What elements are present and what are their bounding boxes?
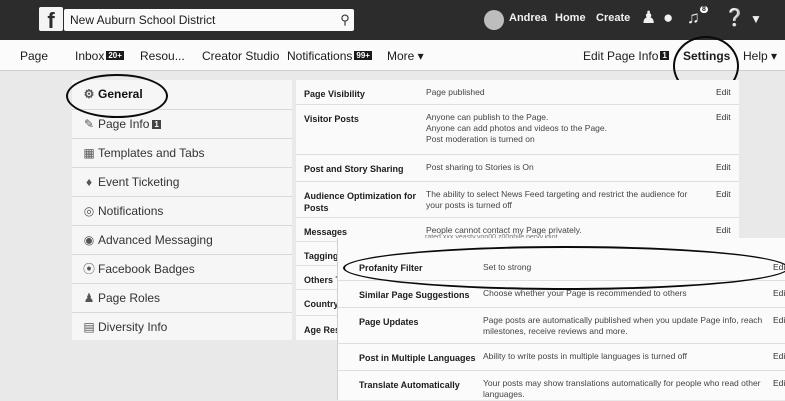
tab-more[interactable]: More ▾	[387, 49, 424, 63]
sidebar-item-facebook-badges[interactable]: ⦿ Facebook Badges	[72, 254, 292, 284]
tab-inbox-label: Inbox	[75, 49, 105, 63]
tab-inbox[interactable]: Inbox 20+	[75, 49, 124, 63]
messenger-icon[interactable]: ●	[663, 8, 673, 28]
sidebar-item-advanced-messaging[interactable]: ◉ Advanced Messaging	[72, 225, 292, 255]
edit-link[interactable]: Edit	[716, 225, 731, 235]
tab-resources[interactable]: Resou...	[140, 49, 185, 63]
table-row[interactable]: Visitor Posts Anyone can publish to the …	[296, 104, 739, 155]
page-info-badge: 1	[152, 120, 161, 129]
edit-link[interactable]: Edit	[773, 288, 785, 298]
sidebar-item-label: Templates and Tabs	[98, 146, 205, 160]
user-name-link[interactable]: Andrea	[509, 12, 547, 24]
setting-value: Post sharing to Stories is On	[426, 162, 534, 172]
sidebar-item-label: Event Ticketing	[98, 175, 180, 189]
setting-value: Anyone can publish to the Page. Anyone c…	[426, 112, 607, 144]
profanity-filter-highlight-circle	[343, 246, 785, 290]
top-bar: f New Auburn School District ⚲ Andrea Ho…	[0, 0, 785, 40]
setting-name: Messages	[304, 227, 348, 237]
setting-value: Page posts are automatically published w…	[483, 315, 763, 336]
edit-link[interactable]: Edit	[716, 162, 731, 172]
tab-notifications[interactable]: Notifications 99+	[287, 49, 372, 63]
edit-link[interactable]: Edit	[773, 351, 785, 361]
edit-link[interactable]: Edit	[773, 315, 785, 325]
document-icon: ▤	[83, 320, 95, 334]
sidebar-item-label: Advanced Messaging	[98, 233, 213, 247]
table-row[interactable]: Translate Automatically Your posts may s…	[338, 370, 785, 401]
tab-help[interactable]: Help ▾	[743, 49, 777, 63]
setting-value: Ability to write posts in multiple langu…	[483, 351, 687, 361]
sidebar-item-label: Page Info	[98, 117, 150, 131]
setting-name: Audience Optimization for Posts	[304, 191, 417, 213]
settings-sidebar: ⚙ General ✎ Page Info 1 ▦ Templates and T…	[72, 80, 292, 340]
facebook-logo-icon[interactable]: f	[39, 7, 63, 33]
edit-link[interactable]: Edit	[773, 378, 785, 388]
sidebar-item-notifications[interactable]: ◎ Notifications	[72, 196, 292, 226]
friends-icon[interactable]: ♟	[641, 8, 656, 28]
tab-notifications-label: Notifications	[287, 49, 353, 63]
notifications-count-badge: 8	[700, 6, 708, 13]
sidebar-item-templates-and-tabs[interactable]: ▦ Templates and Tabs	[72, 138, 292, 168]
badge-icon: ⦿	[82, 262, 95, 276]
edit-page-info-badge: 1	[660, 51, 669, 60]
table-row[interactable]: Audience Optimization for Posts The abil…	[296, 181, 739, 218]
edit-link[interactable]: Edit	[716, 87, 731, 97]
chevron-down-icon[interactable]: ▼	[750, 12, 762, 26]
setting-name: Page Visibility	[304, 89, 365, 99]
sidebar-item-label: Diversity Info	[98, 320, 168, 334]
table-row[interactable]: Post in Multiple Languages Ability to wr…	[338, 343, 785, 371]
setting-name: Post in Multiple Languages	[359, 353, 476, 363]
sidebar-item-label: Facebook Badges	[98, 262, 195, 276]
setting-value: Page published	[426, 87, 485, 97]
setting-name: Similar Page Suggestions	[359, 290, 470, 300]
avatar[interactable]	[484, 10, 504, 30]
setting-name: Post and Story Sharing	[304, 164, 404, 174]
search-icon[interactable]: ⚲	[334, 9, 356, 31]
sidebar-item-event-ticketing[interactable]: ♦ Event Ticketing	[72, 167, 292, 197]
setting-value: Your posts may show translations automat…	[483, 378, 761, 399]
setting-value: The ability to select News Feed targetin…	[426, 189, 688, 210]
setting-name: Page Updates	[359, 317, 419, 327]
search-input[interactable]: New Auburn School District	[64, 9, 354, 31]
setting-name: Translate Automatically	[359, 380, 460, 390]
tab-creator-studio[interactable]: Creator Studio	[202, 49, 279, 63]
tab-edit-page-info-label: Edit Page Info	[583, 49, 659, 63]
table-row[interactable]: Page Updates Page posts are automaticall…	[338, 307, 785, 344]
sidebar-item-label: Notifications	[98, 204, 164, 218]
sidebar-item-page-roles[interactable]: ♟ Page Roles	[72, 283, 292, 313]
tab-edit-page-info[interactable]: Edit Page Info 1	[583, 49, 669, 63]
setting-name: Visitor Posts	[304, 114, 359, 124]
bell-icon[interactable]: ♫	[687, 8, 700, 28]
edit-link[interactable]: Edit	[716, 112, 731, 122]
notifications-badge: 99+	[354, 51, 372, 60]
globe-icon: ◎	[83, 204, 95, 218]
ticket-icon: ♦	[85, 175, 93, 189]
tab-page[interactable]: Page	[20, 49, 48, 63]
person-icon: ♟	[83, 291, 95, 305]
help-icon[interactable]: ❔	[724, 8, 745, 28]
sidebar-item-diversity-info[interactable]: ▤ Diversity Info	[72, 312, 292, 342]
home-link[interactable]: Home	[555, 12, 586, 24]
table-row[interactable]: Post and Story Sharing Post sharing to S…	[296, 154, 739, 182]
grid-icon: ▦	[83, 146, 95, 160]
edit-link[interactable]: Edit	[716, 189, 731, 199]
general-highlight-circle	[66, 74, 168, 118]
page-nav: Page Inbox 20+ Resou... Creator Studio No…	[0, 40, 785, 71]
message-icon: ◉	[83, 233, 95, 247]
table-row[interactable]: Page Visibility Page published Edit	[296, 80, 739, 104]
inbox-badge: 20+	[106, 51, 124, 60]
sidebar-item-label: Page Roles	[98, 291, 161, 305]
create-link[interactable]: Create	[596, 12, 630, 24]
